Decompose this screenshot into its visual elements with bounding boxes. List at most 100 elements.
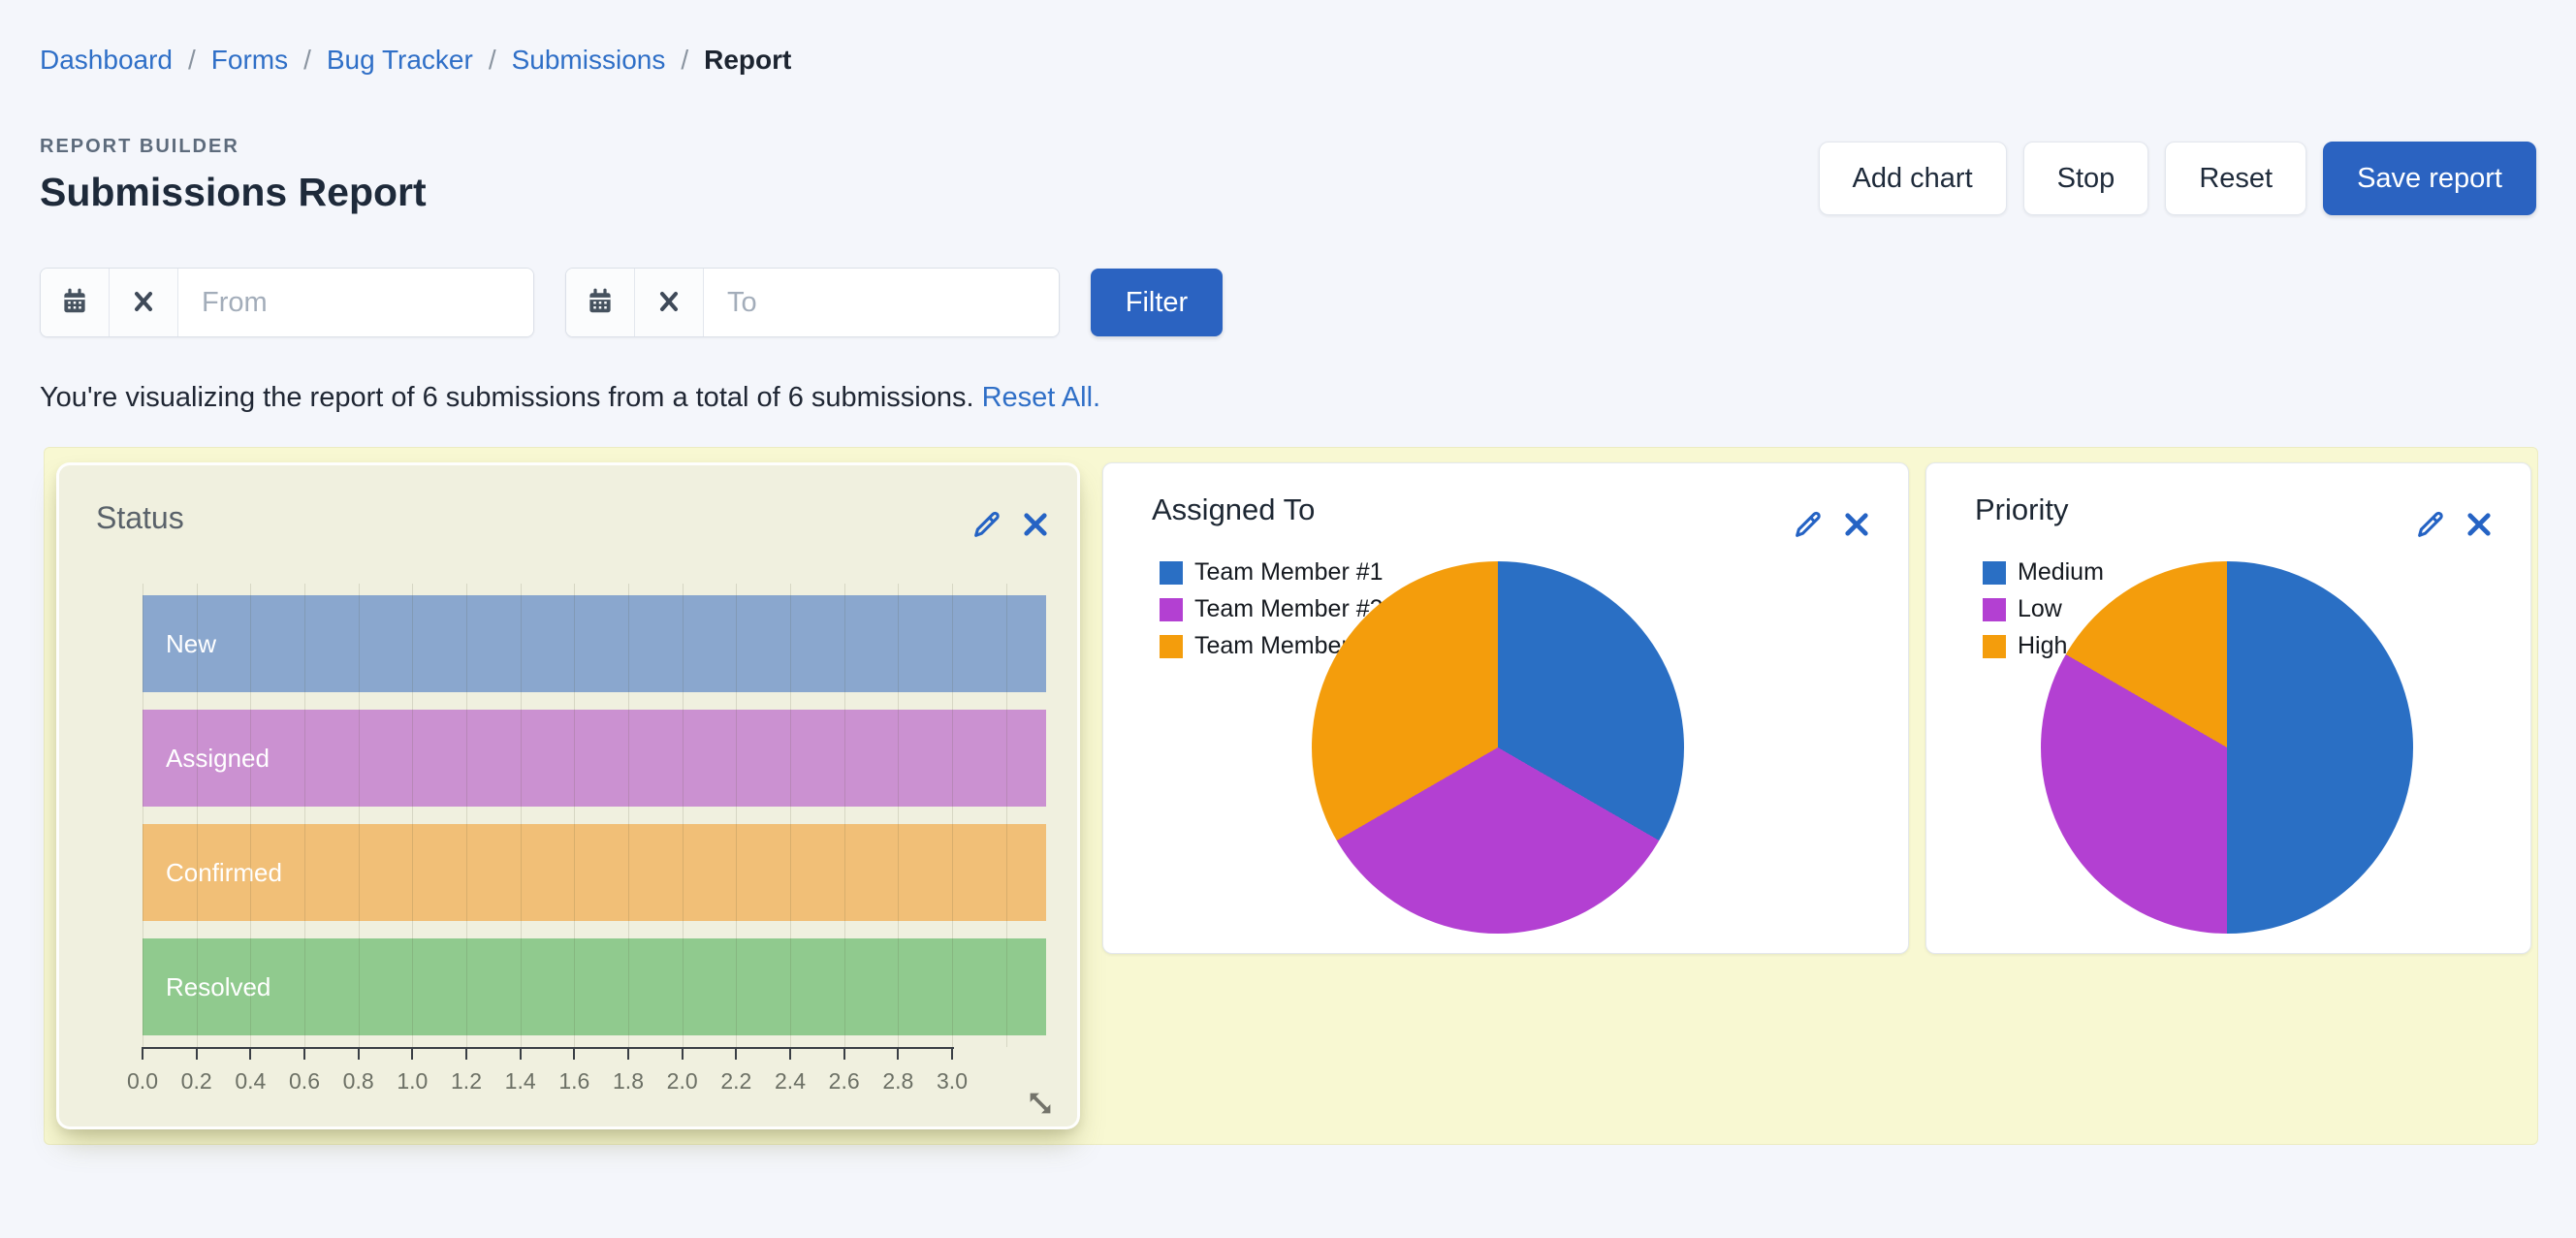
remove-chart-button[interactable] — [1019, 508, 1052, 541]
status-bar-chart-x-axis: 0.00.20.40.60.81.01.21.41.61.82.02.22.42… — [143, 1047, 1046, 1115]
edit-chart-button[interactable] — [2414, 508, 2447, 541]
priority-chart-actions — [2414, 508, 2496, 541]
x-tick-label: 2.8 — [882, 1068, 913, 1095]
legend-label: Medium — [2018, 558, 2104, 587]
to-date-group — [565, 268, 1060, 337]
assigned-to-chart-actions — [1792, 508, 1873, 541]
x-tick-label: 2.0 — [667, 1068, 698, 1095]
filter-button[interactable]: Filter — [1091, 269, 1223, 336]
gridline — [197, 584, 198, 1047]
gridline — [898, 584, 899, 1047]
assigned-to-chart-panel[interactable]: Assigned To — [1102, 462, 1909, 954]
gridline — [574, 584, 575, 1047]
gridline — [521, 584, 522, 1047]
x-tick-label: 2.4 — [775, 1068, 806, 1095]
legend-swatch — [1160, 561, 1183, 585]
legend-item-medium: Medium — [1983, 558, 2104, 587]
legend-swatch — [1983, 635, 2006, 658]
x-axis-tick — [573, 1047, 575, 1060]
bar-new: New — [143, 595, 1046, 692]
gridline — [304, 584, 305, 1047]
assigned-to-chart-title: Assigned To — [1152, 492, 1315, 527]
x-axis-tick — [358, 1047, 360, 1060]
add-chart-button[interactable]: Add chart — [1819, 142, 2007, 215]
status-chart-title: Status — [96, 500, 184, 536]
x-axis-line — [143, 1047, 954, 1049]
breadcrumb-item-forms[interactable]: Forms — [211, 45, 288, 76]
breadcrumb-separator: / — [188, 45, 196, 76]
priority-chart-panel[interactable]: Priority — [1925, 462, 2531, 954]
x-tick-label: 0.6 — [289, 1068, 320, 1095]
page-header: REPORT BUILDER Submissions Report Add ch… — [40, 136, 2536, 215]
save-report-button[interactable]: Save report — [2323, 142, 2536, 215]
status-chart-panel[interactable]: Status — [56, 462, 1080, 1129]
x-axis-tick — [682, 1047, 684, 1060]
pencil-icon — [970, 508, 1003, 541]
breadcrumb-item-submissions[interactable]: Submissions — [512, 45, 666, 76]
charts-dropzone: Status — [44, 447, 2538, 1145]
priority-pie-chart — [2041, 561, 2413, 934]
x-tick-label: 1.2 — [451, 1068, 482, 1095]
x-tick-label: 0.2 — [181, 1068, 212, 1095]
calendar-icon — [60, 287, 89, 319]
to-calendar-button[interactable] — [566, 269, 635, 336]
breadcrumb: Dashboard/Forms/Bug Tracker/Submissions/… — [40, 45, 2536, 76]
bar-label: New — [166, 595, 216, 692]
gridline — [466, 584, 467, 1047]
bar-assigned: Assigned — [143, 710, 1046, 807]
gridline — [952, 584, 953, 1047]
x-axis-tick — [843, 1047, 845, 1060]
x-axis-tick — [411, 1047, 413, 1060]
from-clear-button[interactable] — [110, 269, 178, 336]
gridline — [250, 584, 251, 1047]
to-date-input[interactable] — [704, 269, 1059, 336]
stop-button[interactable]: Stop — [2023, 142, 2149, 215]
diagonal-resize-icon[interactable] — [1025, 1088, 1056, 1119]
reset-button[interactable]: Reset — [2165, 142, 2306, 215]
page-heading-block: REPORT BUILDER Submissions Report — [40, 136, 427, 215]
breadcrumb-item-dashboard[interactable]: Dashboard — [40, 45, 173, 76]
legend-label: High — [2018, 632, 2067, 660]
pencil-icon — [2414, 508, 2447, 541]
legend-swatch — [1983, 598, 2006, 621]
date-filter-bar: Filter — [40, 268, 2536, 337]
gridline — [359, 584, 360, 1047]
to-clear-button[interactable] — [635, 269, 704, 336]
x-axis-tick — [735, 1047, 737, 1060]
gridline — [683, 584, 684, 1047]
x-axis-tick — [142, 1047, 143, 1060]
x-tick-label: 3.0 — [937, 1068, 968, 1095]
gridline — [736, 584, 737, 1047]
bar-label: Assigned — [166, 710, 270, 807]
breadcrumb-separator: / — [681, 45, 688, 76]
assigned-to-pie-chart — [1312, 561, 1684, 934]
legend-swatch — [1983, 561, 2006, 585]
legend-swatch — [1160, 635, 1183, 658]
legend-item-team-member-2: Team Member #2 — [1160, 595, 1383, 623]
from-date-group — [40, 268, 534, 337]
remove-chart-button[interactable] — [2463, 508, 2496, 541]
edit-chart-button[interactable] — [1792, 508, 1825, 541]
x-clear-icon — [132, 290, 155, 316]
report-summary-text: You're visualizing the report of 6 submi… — [40, 382, 974, 413]
report-builder-eyebrow: REPORT BUILDER — [40, 136, 427, 158]
breadcrumb-separator: / — [489, 45, 496, 76]
x-tick-label: 1.8 — [613, 1068, 644, 1095]
legend-label: Low — [2018, 595, 2062, 623]
from-date-input[interactable] — [178, 269, 533, 336]
gridline — [790, 584, 791, 1047]
edit-chart-button[interactable] — [970, 508, 1003, 541]
close-icon — [1019, 508, 1052, 541]
x-axis-tick — [465, 1047, 467, 1060]
status-bar-chart-plot: NewAssignedConfirmedResolved — [143, 584, 1046, 1047]
priority-chart-title: Priority — [1975, 492, 2068, 527]
x-tick-label: 0.0 — [127, 1068, 158, 1095]
reset-all-link[interactable]: Reset All. — [982, 382, 1101, 413]
legend-label: Team Member #2 — [1194, 595, 1383, 623]
x-tick-label: 1.4 — [505, 1068, 536, 1095]
breadcrumb-item-bug-tracker[interactable]: Bug Tracker — [327, 45, 473, 76]
remove-chart-button[interactable] — [1840, 508, 1873, 541]
from-calendar-button[interactable] — [41, 269, 110, 336]
legend-label: Team Member #1 — [1194, 558, 1383, 587]
x-clear-icon — [657, 290, 681, 316]
